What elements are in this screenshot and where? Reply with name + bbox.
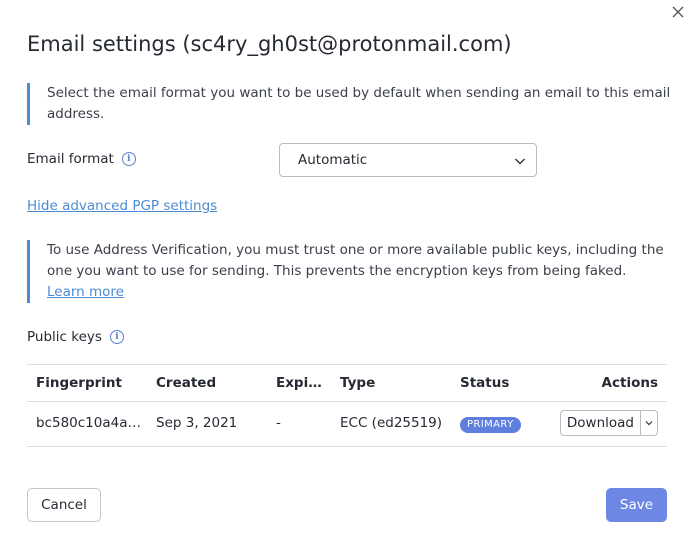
key-fingerprint: bc580c10a4ac… bbox=[36, 415, 142, 431]
download-dropdown-toggle[interactable] bbox=[641, 411, 657, 435]
format-info-text: Select the email format you want to be u… bbox=[47, 85, 671, 122]
chevron-down-icon bbox=[515, 158, 525, 165]
header-expires: Expir… bbox=[276, 375, 324, 391]
public-keys-label: Public keys bbox=[27, 329, 102, 345]
download-button[interactable]: Download bbox=[561, 411, 641, 435]
cancel-button[interactable]: Cancel bbox=[27, 488, 101, 522]
info-icon[interactable]: i bbox=[109, 330, 124, 344]
key-expires: - bbox=[276, 415, 281, 431]
close-icon bbox=[672, 6, 684, 18]
download-button-group: Download bbox=[559, 410, 658, 436]
verification-info-text: To use Address Verification, you must tr… bbox=[47, 242, 664, 279]
email-format-label-row: Email format i bbox=[27, 151, 136, 167]
save-button[interactable]: Save bbox=[606, 488, 667, 522]
key-created: Sep 3, 2021 bbox=[156, 415, 238, 431]
chevron-down-icon bbox=[645, 421, 653, 426]
email-format-value: Automatic bbox=[298, 152, 368, 168]
close-button[interactable] bbox=[671, 4, 689, 22]
table-header: Fingerprint Created Expir… Type Status A… bbox=[27, 364, 667, 402]
dialog-title: Email settings (sc4ry_gh0st@protonmail.c… bbox=[27, 32, 512, 56]
verification-info-box: To use Address Verification, you must tr… bbox=[27, 240, 687, 303]
learn-more-link[interactable]: Learn more bbox=[47, 284, 124, 300]
public-keys-label-row: Public keys i bbox=[27, 329, 124, 345]
status-badge: PRIMARY bbox=[460, 417, 521, 433]
email-settings-dialog: Email settings (sc4ry_gh0st@protonmail.c… bbox=[0, 0, 697, 550]
header-created: Created bbox=[156, 375, 217, 391]
public-keys-table: Fingerprint Created Expir… Type Status A… bbox=[27, 364, 667, 447]
header-fingerprint: Fingerprint bbox=[36, 375, 122, 391]
email-format-select[interactable]: Automatic bbox=[279, 143, 537, 177]
info-icon[interactable]: i bbox=[121, 152, 136, 166]
format-info-box: Select the email format you want to be u… bbox=[27, 83, 687, 125]
hide-advanced-pgp-link[interactable]: Hide advanced PGP settings bbox=[27, 198, 217, 214]
header-type: Type bbox=[340, 375, 376, 391]
key-type: ECC (ed25519) bbox=[340, 415, 443, 431]
header-status: Status bbox=[460, 375, 510, 391]
header-actions: Actions bbox=[601, 375, 658, 391]
table-row: bc580c10a4ac… Sep 3, 2021 - ECC (ed25519… bbox=[27, 402, 667, 447]
email-format-label: Email format bbox=[27, 151, 114, 167]
